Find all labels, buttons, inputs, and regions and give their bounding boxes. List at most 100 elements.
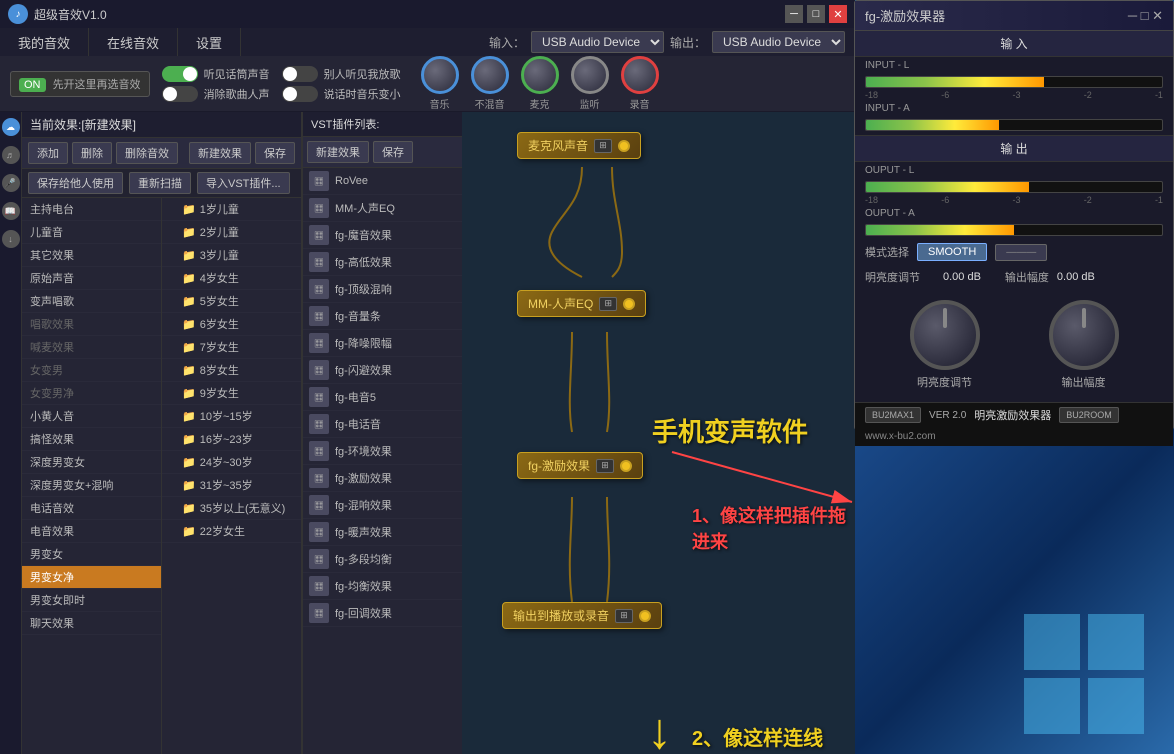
vst-item[interactable]: 🎛fg-闪避效果 — [303, 357, 462, 384]
age-item[interactable]: 📁16岁~23岁 — [162, 428, 301, 451]
add-effect-btn[interactable]: 添加 — [28, 142, 68, 164]
vst-item[interactable]: 🎛MM-人声EQ — [303, 195, 462, 222]
effect-item-电话音效[interactable]: 电话音效 — [22, 497, 161, 520]
mm-node[interactable]: MM-人声EQ ⊞ — [517, 290, 646, 317]
age-item[interactable]: 📁3岁儿童 — [162, 244, 301, 267]
age-item[interactable]: 📁5岁女生 — [162, 290, 301, 313]
knob-music[interactable] — [421, 56, 459, 94]
vst-item[interactable]: 🎛fg-均衡效果 — [303, 573, 462, 600]
effect-item-男变女[interactable]: 男变女 — [22, 543, 161, 566]
vst-item[interactable]: 🎛fg-多段均衡 — [303, 546, 462, 573]
new-effect-btn[interactable]: 新建效果 — [189, 142, 251, 164]
age-item[interactable]: 📁31岁~35岁 — [162, 474, 301, 497]
vst-item[interactable]: 🎛fg-电音5 — [303, 384, 462, 411]
effect-item-变声唱歌[interactable]: 变声唱歌 — [22, 290, 161, 313]
effect-item-电音效果[interactable]: 电音效果 — [22, 520, 161, 543]
right-panel-close[interactable]: ─ □ ✕ — [1128, 8, 1163, 24]
nav-online-effects[interactable]: 在线音效 — [89, 28, 178, 56]
vst-item[interactable]: 🎛fg-回调效果 — [303, 600, 462, 627]
toggle-other-hear[interactable] — [282, 66, 318, 82]
toggle-noise-reduce[interactable] — [162, 86, 198, 102]
output-node-expand[interactable]: ⊞ — [615, 609, 633, 623]
save-effect-btn[interactable]: 保存 — [255, 142, 295, 164]
sidebar-mic-icon[interactable]: 🎤 — [2, 174, 20, 192]
sidebar-voice-icon[interactable]: ♬ — [2, 146, 20, 164]
age-item[interactable]: 📁9岁女生 — [162, 382, 301, 405]
close-button[interactable]: ✕ — [829, 5, 847, 23]
vst-item[interactable]: 🎛RoVee — [303, 168, 462, 195]
effect-item-小黄人音[interactable]: 小黄人音 — [22, 405, 161, 428]
effect-item-男变女即时[interactable]: 男变女即时 — [22, 589, 161, 612]
age-item[interactable]: 📁1岁儿童 — [162, 198, 301, 221]
vst-new-btn[interactable]: 新建效果 — [307, 141, 369, 163]
monitor-toggle-btn[interactable]: ON 先开这里再选音效 — [10, 71, 150, 97]
output-l-label: OUPUT - L — [855, 162, 1173, 179]
effect-item-儿童音[interactable]: 儿童音 — [22, 221, 161, 244]
vst-item[interactable]: 🎛fg-魔音效果 — [303, 222, 462, 249]
output-device-select[interactable]: USB Audio Device — [712, 31, 845, 53]
save-for-others-btn[interactable]: 保存给他人使用 — [28, 172, 123, 194]
age-item[interactable]: 📁7岁女生 — [162, 336, 301, 359]
mode-other-btn[interactable]: ——— — [995, 244, 1047, 261]
vst-item[interactable]: 🎛fg-顶级混响 — [303, 276, 462, 303]
effect-item-主持电台[interactable]: 主持电台 — [22, 198, 161, 221]
age-item[interactable]: 📁4岁女生 — [162, 267, 301, 290]
vst-item[interactable]: 🎛fg-降噪限幅 — [303, 330, 462, 357]
vst-item[interactable]: 🎛fg-高低效果 — [303, 249, 462, 276]
effect-item-深度男变女[interactable]: 深度男变女 — [22, 451, 161, 474]
mode-smooth-btn[interactable]: SMOOTH — [917, 243, 987, 261]
effect-item-原始声音[interactable]: 原始声音 — [22, 267, 161, 290]
remove-effect-btn[interactable]: 删除音效 — [116, 142, 178, 164]
minimize-button[interactable]: ─ — [785, 5, 803, 23]
effect-item-聊天效果[interactable]: 聊天效果 — [22, 612, 161, 635]
effect-item-喊麦效果[interactable]: 喊麦效果 — [22, 336, 161, 359]
mic-node[interactable]: 麦克风声音 ⊞ — [517, 132, 641, 159]
effect-item-唱歌效果[interactable]: 唱歌效果 — [22, 313, 161, 336]
sidebar-tutorial-icon[interactable]: 📖 — [2, 202, 20, 220]
vst-item[interactable]: 🎛fg-暖声效果 — [303, 519, 462, 546]
age-item[interactable]: 📁24岁~30岁 — [162, 451, 301, 474]
fg-node[interactable]: fg-激励效果 ⊞ — [517, 452, 643, 479]
effect-item-女变男[interactable]: 女变男 — [22, 359, 161, 382]
age-item[interactable]: 📁22岁女生 — [162, 520, 301, 543]
vst-save-btn[interactable]: 保存 — [373, 141, 413, 163]
effect-item-女变男净[interactable]: 女变男净 — [22, 382, 161, 405]
mm-node-expand[interactable]: ⊞ — [599, 297, 617, 311]
vst-item[interactable]: 🎛fg-激励效果 — [303, 465, 462, 492]
output-range-knob[interactable] — [1049, 300, 1119, 370]
effect-item-搞怪效果[interactable]: 搞怪效果 — [22, 428, 161, 451]
age-item[interactable]: 📁10岁~15岁 — [162, 405, 301, 428]
vst-item[interactable]: 🎛fg-环境效果 — [303, 438, 462, 465]
vst-item[interactable]: 🎛fg-音量条 — [303, 303, 462, 330]
output-node[interactable]: 输出到播放或录音 ⊞ — [502, 602, 662, 629]
vst-item-label: fg-高低效果 — [335, 254, 392, 270]
import-vst-btn[interactable]: 导入VST插件... — [197, 172, 290, 194]
vst-item[interactable]: 🎛fg-混响效果 — [303, 492, 462, 519]
age-item[interactable]: 📁8岁女生 — [162, 359, 301, 382]
input-label: 输入： — [489, 34, 525, 51]
mic-node-expand[interactable]: ⊞ — [594, 139, 612, 153]
knob-notone[interactable] — [471, 56, 509, 94]
vst-item[interactable]: 🎛fg-电话音 — [303, 411, 462, 438]
nav-my-effects[interactable]: 我的音效 — [0, 28, 89, 56]
effect-item-其它效果[interactable]: 其它效果 — [22, 244, 161, 267]
delete-effect-btn[interactable]: 删除 — [72, 142, 112, 164]
effect-item-男变女净[interactable]: 男变女净 — [22, 566, 161, 589]
rescan-btn[interactable]: 重新扫描 — [129, 172, 191, 194]
age-item[interactable]: 📁2岁儿童 — [162, 221, 301, 244]
sidebar-download-icon[interactable]: ↓ — [2, 230, 20, 248]
knob-monitor[interactable] — [571, 56, 609, 94]
knob-record[interactable] — [621, 56, 659, 94]
age-item[interactable]: 📁6岁女生 — [162, 313, 301, 336]
effect-item-深度男变女+混响[interactable]: 深度男变女+混响 — [22, 474, 161, 497]
fg-node-expand[interactable]: ⊞ — [596, 459, 614, 473]
sidebar-cloud-icon[interactable]: ☁ — [2, 118, 20, 136]
input-device-select[interactable]: USB Audio Device — [531, 31, 664, 53]
maximize-button[interactable]: □ — [807, 5, 825, 23]
toggle-voice-change[interactable] — [282, 86, 318, 102]
nav-settings[interactable]: 设置 — [178, 28, 241, 56]
toggle-listen-mic[interactable] — [162, 66, 198, 82]
knob-mic[interactable] — [521, 56, 559, 94]
brightness-knob[interactable] — [910, 300, 980, 370]
age-item[interactable]: 📁35岁以上(无意义) — [162, 497, 301, 520]
